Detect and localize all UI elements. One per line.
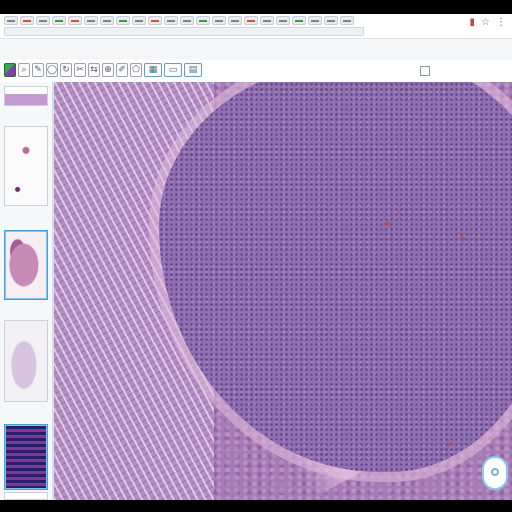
- window-icon[interactable]: ▭: [164, 63, 182, 77]
- rotate-icon[interactable]: ↻: [60, 63, 72, 77]
- menu-icon[interactable]: ⋮: [496, 18, 506, 28]
- hemorrhage-spot: [460, 237, 466, 241]
- tab[interactable]: [276, 16, 290, 25]
- hemorrhage-spot: [384, 222, 390, 226]
- tab[interactable]: [20, 16, 34, 25]
- tab[interactable]: [4, 16, 18, 25]
- pin-icon[interactable]: ▮: [470, 18, 476, 28]
- address-bar[interactable]: [4, 27, 364, 36]
- tab[interactable]: [180, 16, 194, 25]
- slide-thumbnail[interactable]: [4, 126, 48, 206]
- slide-thumbnail[interactable]: [4, 86, 48, 106]
- zoom-control-button[interactable]: [482, 456, 508, 490]
- grid-icon[interactable]: ▦: [144, 63, 162, 77]
- tab[interactable]: [228, 16, 242, 25]
- slide-thumbnail[interactable]: [4, 230, 48, 300]
- tab[interactable]: [260, 16, 274, 25]
- top-toolbar: ▮ ☆ ⋮: [0, 14, 512, 39]
- tab[interactable]: [68, 16, 82, 25]
- tab[interactable]: [244, 16, 258, 25]
- slide-thumbnail-sidebar: [0, 82, 54, 500]
- window-controls: ▮ ☆ ⋮: [470, 18, 506, 28]
- tab[interactable]: [196, 16, 210, 25]
- slide-thumbnail[interactable]: [4, 492, 48, 500]
- layers-icon[interactable]: ▤: [184, 63, 202, 77]
- slide-thumbnail[interactable]: [4, 424, 48, 490]
- tab[interactable]: [164, 16, 178, 25]
- tab[interactable]: [148, 16, 162, 25]
- tab[interactable]: [308, 16, 322, 25]
- tab[interactable]: [52, 16, 66, 25]
- cut-icon[interactable]: ✂: [74, 63, 86, 77]
- annotation-icon[interactable]: ✐: [116, 63, 128, 77]
- star-icon[interactable]: ☆: [481, 18, 490, 28]
- tab[interactable]: [116, 16, 130, 25]
- viewer-app-window: ▮ ☆ ⋮ ⌕ ✎ ◯ ↻ ✂ ⇆ ⊕ ✐ ⬠ ▦ ▭ ▤: [0, 14, 512, 500]
- hemorrhage-spot: [446, 442, 452, 446]
- tab[interactable]: [36, 16, 50, 25]
- tab[interactable]: [292, 16, 306, 25]
- magnify-icon[interactable]: ⌕: [18, 63, 30, 77]
- flip-icon[interactable]: ⇆: [88, 63, 100, 77]
- pen-icon[interactable]: ✎: [32, 63, 44, 77]
- tab[interactable]: [212, 16, 226, 25]
- tab[interactable]: [340, 16, 354, 25]
- circle-icon[interactable]: ◯: [46, 63, 58, 77]
- tab[interactable]: [324, 16, 338, 25]
- viewer-toolbar: ⌕ ✎ ◯ ↻ ✂ ⇆ ⊕ ✐ ⬠ ▦ ▭ ▤: [0, 60, 512, 83]
- polygon-icon[interactable]: ⬠: [130, 63, 142, 77]
- fullscreen-icon[interactable]: [420, 66, 430, 76]
- tab[interactable]: [84, 16, 98, 25]
- tab[interactable]: [132, 16, 146, 25]
- tool-icon-group: ⌕ ✎ ◯ ↻ ✂ ⇆ ⊕ ✐ ⬠ ▦ ▭ ▤: [4, 63, 202, 77]
- tab-strip: [4, 16, 452, 26]
- image-icon[interactable]: [4, 63, 16, 77]
- zoom-icon[interactable]: ⊕: [102, 63, 114, 77]
- slide-image-viewer[interactable]: [54, 82, 512, 500]
- slide-thumbnail[interactable]: [4, 320, 48, 402]
- tab[interactable]: [100, 16, 114, 25]
